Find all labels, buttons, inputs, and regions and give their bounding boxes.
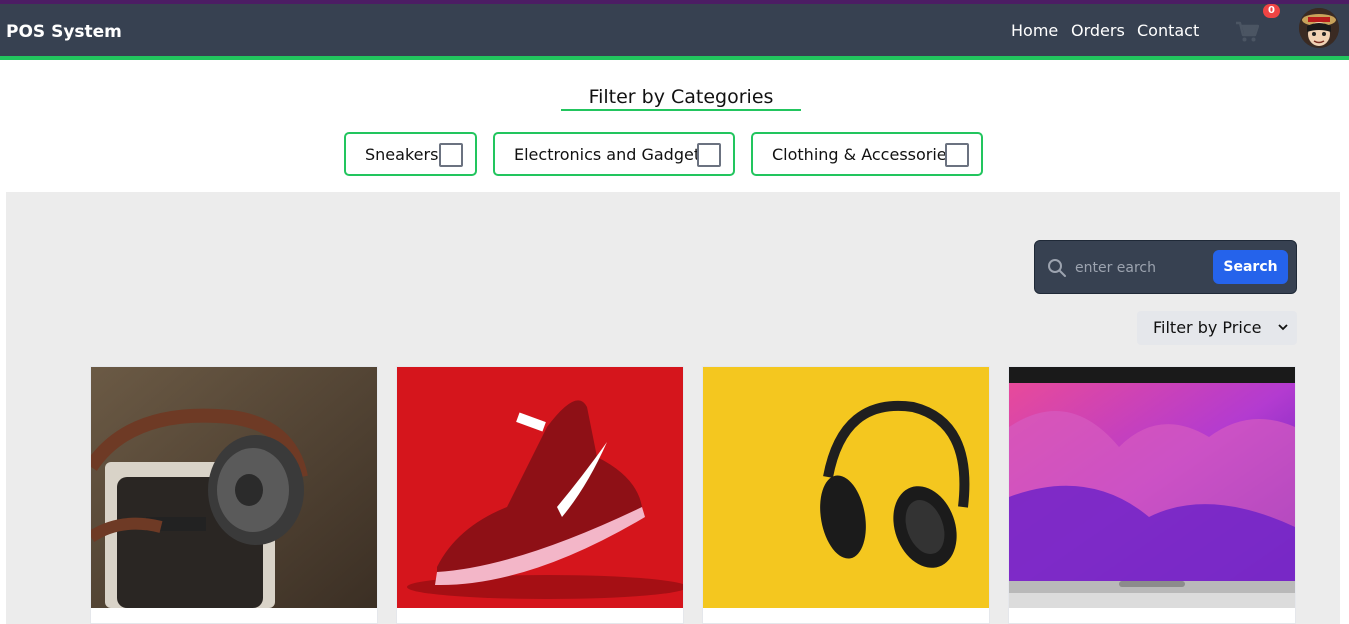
price-filter-select[interactable]: Filter by Price xyxy=(1137,311,1297,345)
filter-title-underline xyxy=(561,109,801,111)
category-checkbox-clothing[interactable] xyxy=(945,143,969,167)
cart-count-badge: 0 xyxy=(1263,4,1280,18)
product-image-headphones-yellow xyxy=(703,367,989,608)
category-label: Clothing & Accessories xyxy=(772,144,955,164)
product-image-macbook xyxy=(1009,367,1295,608)
price-filter-label: Filter by Price xyxy=(1153,318,1262,337)
product-card[interactable] xyxy=(702,366,990,624)
product-image-red-sneaker xyxy=(397,367,683,608)
category-label: Sneakers xyxy=(365,144,439,164)
category-label: Electronics and Gadgets xyxy=(514,144,709,164)
product-card[interactable] xyxy=(396,366,684,624)
category-sneakers[interactable]: Sneakers xyxy=(344,132,477,176)
nav-link-home[interactable]: Home xyxy=(1011,21,1058,40)
category-electronics[interactable]: Electronics and Gadgets xyxy=(493,132,735,176)
nav-link-contact[interactable]: Contact xyxy=(1137,21,1199,40)
product-image-headphones-speaker xyxy=(91,367,377,608)
search-input[interactable] xyxy=(1075,256,1205,280)
avatar[interactable] xyxy=(1299,8,1339,48)
search-bar: Search xyxy=(1034,240,1297,294)
search-icon xyxy=(1048,259,1066,277)
product-card[interactable] xyxy=(90,366,378,624)
category-clothing[interactable]: Clothing & Accessories xyxy=(751,132,983,176)
chevron-down-icon xyxy=(1278,324,1288,331)
navbar: POS System Home Orders Contact 0 xyxy=(0,4,1349,56)
navbar-accent-line xyxy=(0,56,1349,60)
filter-categories-title: Filter by Categories xyxy=(588,86,774,108)
search-button[interactable]: Search xyxy=(1213,250,1288,284)
category-checkbox-sneakers[interactable] xyxy=(439,143,463,167)
cart-icon[interactable] xyxy=(1235,21,1259,43)
product-card[interactable] xyxy=(1008,366,1296,624)
brand-title[interactable]: POS System xyxy=(6,22,122,42)
category-checkbox-electronics[interactable] xyxy=(697,143,721,167)
nav-link-orders[interactable]: Orders xyxy=(1071,21,1125,40)
